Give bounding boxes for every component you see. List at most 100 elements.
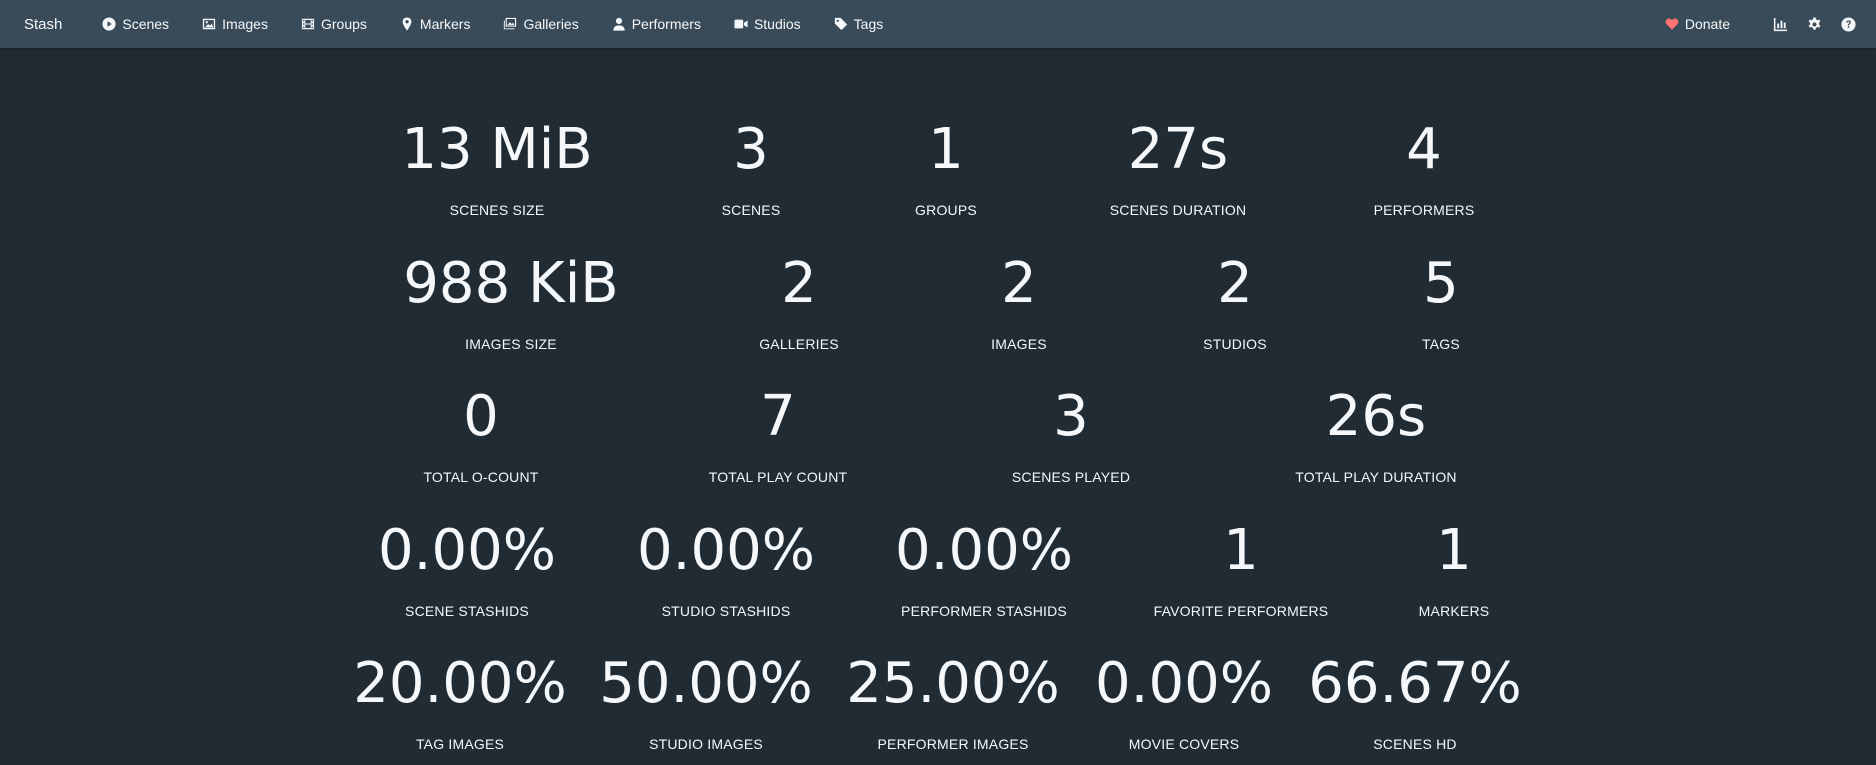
nav-item-label: Galleries <box>523 16 579 32</box>
stat-label: STUDIO IMAGES <box>649 736 763 752</box>
donate-button[interactable]: Donate <box>1665 16 1730 32</box>
nav-item-tags[interactable]: Tags <box>834 16 884 32</box>
stat-value: 5 <box>1423 251 1459 316</box>
stat-label: MARKERS <box>1418 603 1490 619</box>
stat-scenes-duration: 27s SCENES DURATION <box>1110 117 1247 219</box>
stats-panel: 13 MiB SCENES SIZE 3 SCENES 1 GROUPS 27s… <box>0 48 1876 765</box>
stat-value: 988 KiB <box>403 251 619 316</box>
stat-value: 50.00% <box>599 651 813 716</box>
settings-button[interactable] <box>1806 16 1822 32</box>
stat-favorite-performers: 1 FAVORITE PERFORMERS <box>1153 518 1329 620</box>
nav-links: Scenes Images Groups Markers Galleries P… <box>102 16 916 32</box>
nav-right: Donate <box>1665 16 1876 32</box>
stat-performer-images: 25.00% PERFORMER IMAGES <box>846 651 1060 753</box>
stat-value: 2 <box>1217 251 1253 316</box>
stat-label: GROUPS <box>915 202 977 218</box>
stat-value: 3 <box>1053 384 1089 449</box>
stat-value: 25.00% <box>846 651 1060 716</box>
stat-value: 1 <box>928 117 964 182</box>
stat-scenes-size: 13 MiB SCENES SIZE <box>401 117 593 219</box>
stat-value: 0.00% <box>378 518 556 583</box>
stat-label: SCENES PLAYED <box>1011 469 1131 485</box>
stat-label: TOTAL PLAY COUNT <box>708 469 848 485</box>
stat-groups: 1 GROUPS <box>915 117 977 219</box>
stat-scenes-hd: 66.67% SCENES HD <box>1308 651 1522 753</box>
stat-label: IMAGES <box>991 336 1047 352</box>
stat-label: STUDIOS <box>1203 336 1267 352</box>
stat-performers: 4 PERFORMERS <box>1373 118 1475 219</box>
stat-tag-images: 20.00% TAG IMAGES <box>353 651 567 753</box>
stat-value: 27s <box>1127 117 1229 182</box>
stat-label: SCENES HD <box>1373 736 1457 752</box>
video-icon <box>734 19 748 29</box>
chart-icon <box>1773 17 1787 31</box>
stat-value: 20.00% <box>353 651 567 716</box>
stat-label: GALLERIES <box>759 336 839 352</box>
stat-label: MOVIE COVERS <box>1128 736 1240 752</box>
stat-label: TOTAL O-COUNT <box>423 469 539 485</box>
stat-label: TAGS <box>1422 336 1460 352</box>
stat-studios: 2 STUDIOS <box>1203 251 1267 353</box>
stat-galleries: 2 GALLERIES <box>759 252 839 353</box>
stat-value: 66.67% <box>1308 651 1522 716</box>
stat-markers: 1 MARKERS <box>1418 518 1490 620</box>
nav-item-label: Scenes <box>122 16 170 32</box>
stat-label: PERFORMERS <box>1373 202 1475 218</box>
map-marker-icon <box>402 17 412 31</box>
top-navbar: Stash Scenes Images Groups Markers Galle… <box>0 0 1876 48</box>
stat-performer-stashids: 0.00% PERFORMER STASHIDS <box>895 519 1073 620</box>
stat-label: IMAGES SIZE <box>465 336 557 352</box>
stat-value: 7 <box>760 384 796 449</box>
heart-icon <box>1665 18 1679 30</box>
brand-link[interactable]: Stash <box>24 16 62 33</box>
stat-studio-images: 50.00% STUDIO IMAGES <box>599 651 813 753</box>
nav-item-galleries[interactable]: Galleries <box>503 16 579 32</box>
nav-item-performers[interactable]: Performers <box>612 16 701 32</box>
stats-button[interactable] <box>1772 16 1788 32</box>
stat-tags: 5 TAGS <box>1422 251 1460 353</box>
stat-label: FAVORITE PERFORMERS <box>1153 603 1329 619</box>
donate-label: Donate <box>1684 16 1730 32</box>
nav-item-images[interactable]: Images <box>202 16 268 32</box>
stat-value: 1 <box>1436 518 1472 583</box>
help-icon <box>1840 16 1856 32</box>
stat-value: 1 <box>1223 518 1259 583</box>
stat-label: SCENES <box>721 202 781 218</box>
nav-item-studios[interactable]: Studios <box>734 16 801 32</box>
image-icon <box>202 18 216 30</box>
film-icon <box>301 18 315 30</box>
stat-value: 3 <box>733 117 769 182</box>
stat-images: 2 IMAGES <box>991 251 1047 353</box>
stat-value: 0.00% <box>637 518 815 583</box>
stat-value: 26s <box>1325 384 1427 449</box>
nav-item-label: Studios <box>753 16 801 32</box>
gear-icon <box>1808 16 1820 30</box>
stat-label: SCENE STASHIDS <box>405 603 529 619</box>
help-button[interactable] <box>1840 16 1856 32</box>
stat-value: 0 <box>463 384 499 449</box>
stat-scene-stashids: 0.00% SCENE STASHIDS <box>378 518 556 620</box>
nav-item-scenes[interactable]: Scenes <box>102 16 169 32</box>
stat-total-o-count: 0 TOTAL O-COUNT <box>423 384 539 486</box>
nav-item-label: Groups <box>320 16 367 32</box>
nav-item-label: Images <box>222 16 268 32</box>
nav-item-label: Performers <box>631 16 701 32</box>
images-icon <box>504 17 517 30</box>
stat-images-size: 988 KiB IMAGES SIZE <box>403 251 619 353</box>
stat-label: SCENES SIZE <box>449 202 545 218</box>
nav-item-label: Tags <box>853 16 884 32</box>
stat-value: 13 MiB <box>401 117 593 182</box>
nav-item-groups[interactable]: Groups <box>301 16 367 32</box>
nav-item-label: Markers <box>419 16 471 32</box>
stat-label: TAG IMAGES <box>415 736 505 752</box>
stat-scenes-played: 3 SCENES PLAYED <box>1011 384 1131 486</box>
stat-label: TOTAL PLAY DURATION <box>1295 469 1457 485</box>
nav-item-markers[interactable]: Markers <box>400 16 471 32</box>
stat-value: 2 <box>1001 251 1037 316</box>
stat-label: PERFORMER IMAGES <box>877 736 1029 752</box>
stat-movie-covers: 0.00% MOVIE COVERS <box>1095 651 1273 753</box>
tag-icon <box>834 17 847 31</box>
stat-total-play-count: 7 TOTAL PLAY COUNT <box>708 384 848 486</box>
play-circle-icon <box>102 17 116 31</box>
stat-value: 0.00% <box>1095 651 1273 716</box>
